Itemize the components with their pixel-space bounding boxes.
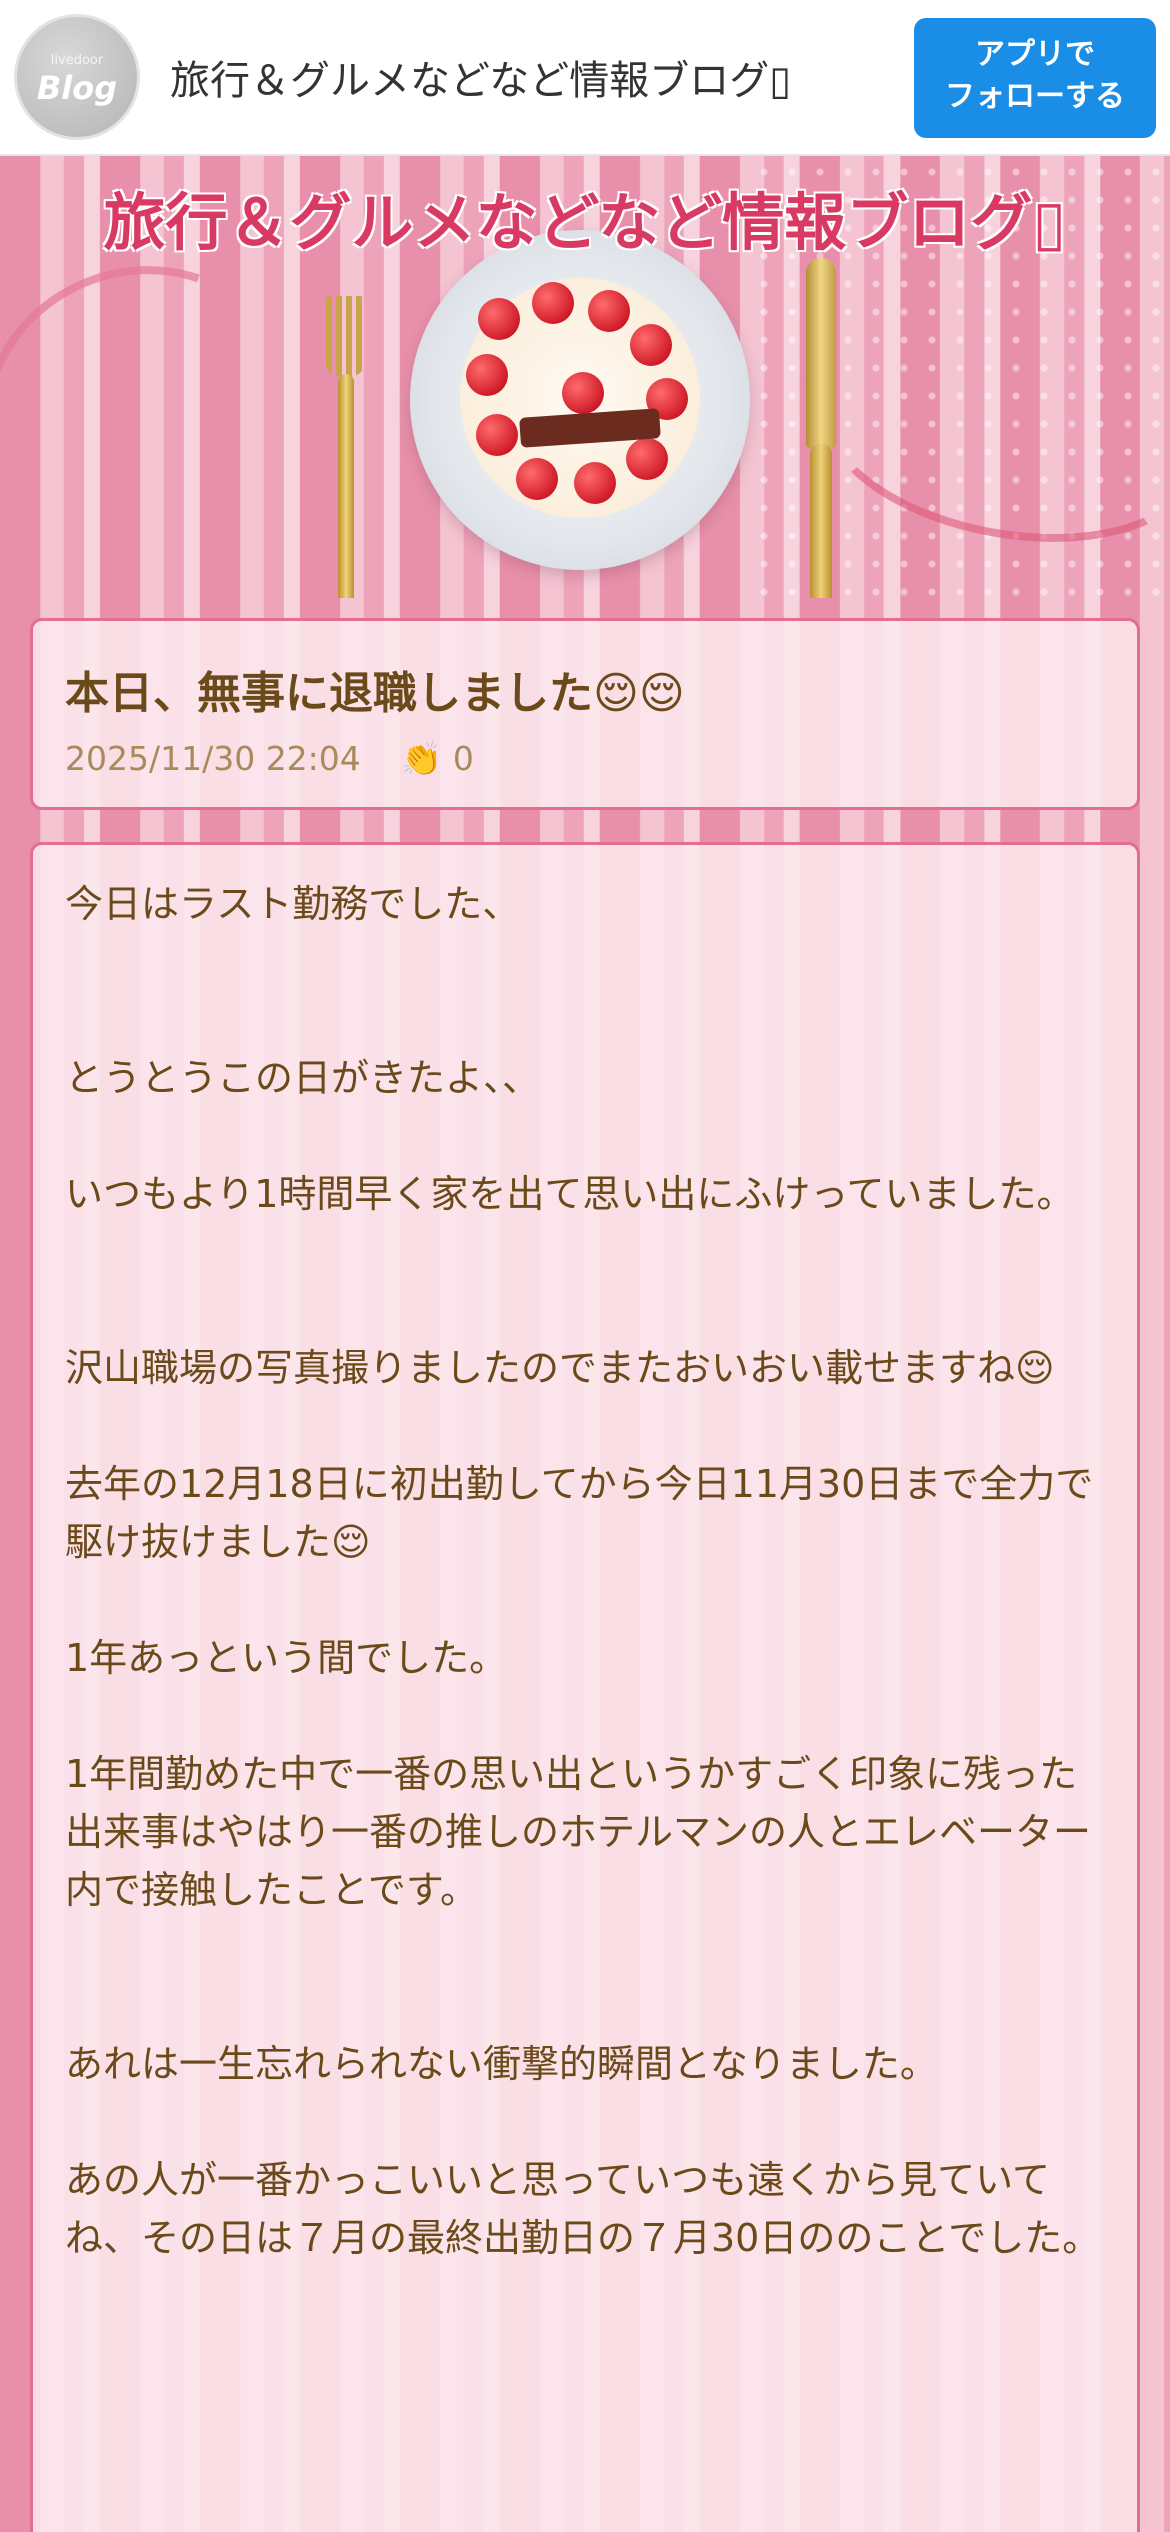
clap-count: 0 [452,739,474,778]
post-paragraph: いつもより1時間早く家を出て思い出にふけっていました。 [65,1172,1075,1216]
post-body-card: 今日はラスト勤務でした、 とうとうこの日がきたよ、、 いつもより1時間早く家を出… [30,842,1140,2532]
clap-icon[interactable]: 👏 [401,739,442,779]
blog-header-banner[interactable]: 旅行＆グルメなどなど情報ブログ▯ [0,158,1170,598]
post-header-card: 本日、無事に退職しました😌😌 2025/11/30 22:04 👏 0 [30,618,1140,810]
post-paragraph: 今日はラスト勤務でした、 [65,882,521,926]
strawberry-icon [476,414,518,456]
fork-illustration [326,296,364,598]
follow-in-app-button[interactable]: アプリで フォローする [914,18,1156,138]
strawberry-icon [516,458,558,500]
strawberry-icon [478,298,520,340]
post-paragraph: あれは一生忘れられない衝撃的瞬間となりました。 [65,2042,938,2086]
follow-button-line1: アプリで [975,37,1095,72]
ribbon-decoration-left [0,214,349,598]
post-paragraph: 去年の12月18日に初出勤してから今日11月30日まで全力で駆け抜けました😌 [65,1462,1094,1564]
strawberry-icon [562,372,604,414]
post-paragraph: とうとうこの日がきたよ、、 [65,1056,541,1100]
follow-button-line2: フォローする [945,79,1125,114]
knife-illustration [806,258,836,598]
strawberry-icon [626,438,668,480]
logo-small-text: livedoor [50,53,104,68]
post-body: 今日はラスト勤務でした、 とうとうこの日がきたよ、、 いつもより1時間早く家を出… [65,875,1111,2325]
strawberry-icon [466,354,508,396]
banner-blog-title[interactable]: 旅行＆グルメなどなど情報ブログ▯ [0,172,1170,262]
app-bar: livedoor Blog 旅行＆グルメなどなど情報ブログ▯ アプリで フォロー… [0,0,1170,156]
post-datetime: 2025/11/30 22:04 [65,739,361,778]
logo-big-text: Blog [36,69,118,107]
post-title[interactable]: 本日、無事に退職しました😌😌 [65,657,685,721]
strawberry-icon [532,282,574,324]
post-meta: 2025/11/30 22:04 👏 0 [65,739,474,779]
post-paragraph: あの人が一番かっこいいと思っていつも遠くから見ていてね、その日は７月の最終出勤日… [65,2158,1101,2260]
strawberry-icon [574,462,616,504]
strawberry-icon [630,324,672,366]
livedoor-blog-logo[interactable]: livedoor Blog [14,14,140,140]
post-paragraph: 1年間勤めた中で一番の思い出というかすごく印象に残った出来事はやはり一番の推しの… [65,1752,1092,1912]
strawberry-icon [588,290,630,332]
post-paragraph: 1年あっという間でした。 [65,1636,508,1680]
blog-name[interactable]: 旅行＆グルメなどなど情報ブログ▯ [170,48,791,106]
post-paragraph: 沢山職場の写真撮りましたのでまたおいおい載せますね😌 [65,1346,1055,1390]
